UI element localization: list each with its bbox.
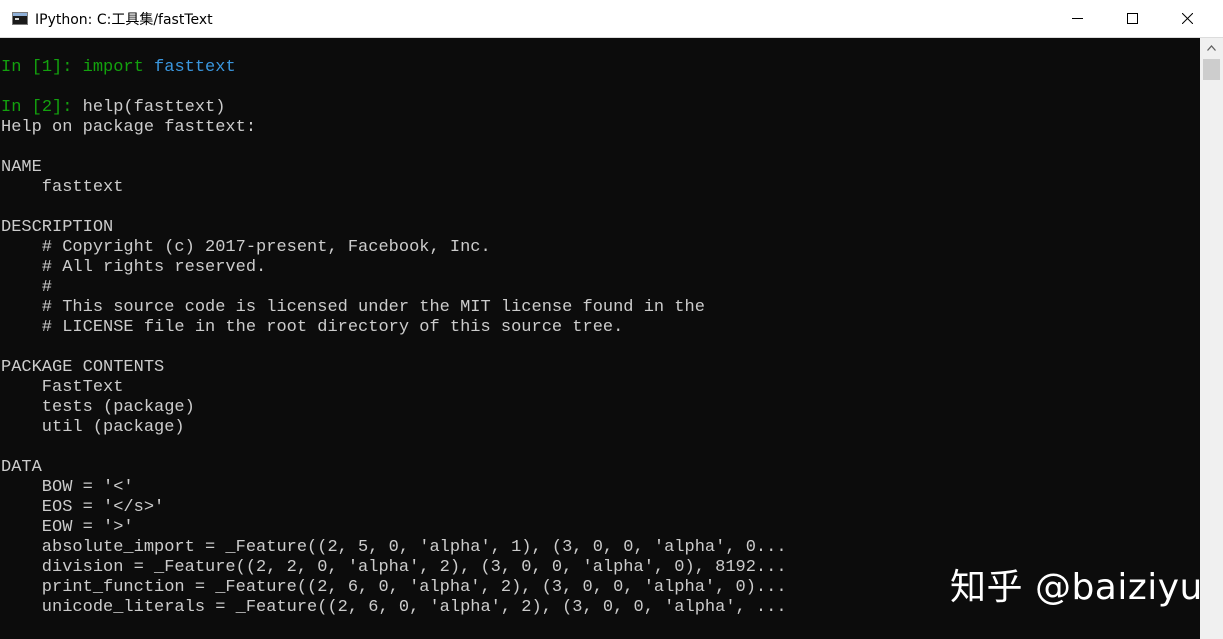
title-bar[interactable]: IPython: C:工具集/fastText bbox=[0, 0, 1223, 38]
console-text-segment: # This source code is licensed under the… bbox=[1, 298, 705, 317]
console-text-segment: import bbox=[82, 58, 155, 77]
console-line: NAME bbox=[1, 158, 42, 178]
maximize-icon bbox=[1127, 13, 1138, 24]
console-line: EOW = '>' bbox=[1, 518, 134, 538]
ipython-console-window: IPython: C:工具集/fastText In [1]: import f… bbox=[0, 0, 1223, 639]
minimize-button[interactable] bbox=[1054, 0, 1100, 37]
console-app-icon bbox=[12, 12, 28, 25]
console-line: tests (package) bbox=[1, 398, 195, 418]
console-text-segment: 1 bbox=[41, 58, 53, 77]
console-line: PACKAGE CONTENTS bbox=[1, 358, 164, 378]
console-text-segment: ]: bbox=[52, 98, 83, 117]
console-line: print_function = _Feature((2, 6, 0, 'alp… bbox=[1, 578, 787, 598]
minimize-icon bbox=[1072, 18, 1083, 19]
console-text-segment: division = _Feature((2, 2, 0, 'alpha', 2… bbox=[1, 558, 787, 577]
console-text-segment: ]: bbox=[52, 58, 83, 77]
scroll-up-arrow-icon bbox=[1207, 45, 1216, 51]
console-line: FastText bbox=[1, 378, 124, 398]
console-text-segment: FastText bbox=[1, 378, 124, 397]
console-line: # LICENSE file in the root directory of … bbox=[1, 318, 624, 338]
console-text-segment: In [ bbox=[1, 98, 42, 117]
console-line: DATA bbox=[1, 458, 42, 478]
zhihu-watermark: 知乎 @baiziyu bbox=[950, 567, 1203, 608]
console-line: util (package) bbox=[1, 418, 185, 438]
console-line: unicode_literals = _Feature((2, 6, 0, 'a… bbox=[1, 598, 787, 618]
window-title: IPython: C:工具集/fastText bbox=[35, 12, 213, 28]
console-text-segment: 2 bbox=[41, 98, 53, 117]
console-text-segment: # All rights reserved. bbox=[1, 258, 267, 277]
console-text-segment: # Copyright (c) 2017-present, Facebook, … bbox=[1, 238, 491, 257]
console-text-segment: EOS = '</s>' bbox=[1, 498, 165, 517]
console-line: # Copyright (c) 2017-present, Facebook, … bbox=[1, 238, 491, 258]
console-text-segment: NAME bbox=[1, 158, 42, 177]
scrollbar-thumb[interactable] bbox=[1203, 59, 1220, 80]
console-line: division = _Feature((2, 2, 0, 'alpha', 2… bbox=[1, 558, 787, 578]
console-output[interactable]: In [1]: import fasttext In [2]: help(fast… bbox=[0, 38, 1200, 639]
console-line: BOW = '<' bbox=[1, 478, 134, 498]
console-text-segment: unicode_literals = _Feature((2, 6, 0, 'a… bbox=[1, 598, 787, 617]
console-text-segment: Help on package fasttext: bbox=[1, 118, 257, 137]
vertical-scrollbar[interactable] bbox=[1200, 38, 1223, 639]
console-text-segment: help(fasttext) bbox=[82, 98, 226, 117]
console-line: DESCRIPTION bbox=[1, 218, 113, 238]
scroll-up-button[interactable] bbox=[1200, 38, 1223, 57]
console-text-segment: EOW = '>' bbox=[1, 518, 134, 537]
console-text-segment: print_function = _Feature((2, 6, 0, 'alp… bbox=[1, 578, 787, 597]
console-text-segment: fasttext bbox=[154, 58, 236, 77]
console-text-segment: fasttext bbox=[1, 178, 124, 197]
console-text-segment: In [ bbox=[1, 58, 42, 77]
console-text-segment: util (package) bbox=[1, 418, 185, 437]
console-line: fasttext bbox=[1, 178, 124, 198]
console-line: # All rights reserved. bbox=[1, 258, 266, 278]
console-line: Help on package fasttext: bbox=[1, 118, 256, 138]
close-button[interactable] bbox=[1164, 0, 1210, 37]
console-line: # bbox=[1, 278, 52, 298]
console-text-segment: tests (package) bbox=[1, 398, 195, 417]
console-text-segment: # bbox=[1, 278, 53, 297]
maximize-button[interactable] bbox=[1109, 0, 1155, 37]
console-text-segment: DESCRIPTION bbox=[1, 218, 114, 237]
console-text-segment: PACKAGE CONTENTS bbox=[1, 358, 165, 377]
console-text-segment: DATA bbox=[1, 458, 42, 477]
console-text-segment: BOW = '<' bbox=[1, 478, 134, 497]
console-line: absolute_import = _Feature((2, 5, 0, 'al… bbox=[1, 538, 787, 558]
console-line: EOS = '</s>' bbox=[1, 498, 164, 518]
console-text-segment: absolute_import = _Feature((2, 5, 0, 'al… bbox=[1, 538, 787, 557]
console-line: # This source code is licensed under the… bbox=[1, 298, 705, 318]
console-line: In [2]: help(fasttext) bbox=[1, 98, 225, 118]
console-line: In [1]: import fasttext bbox=[1, 58, 236, 78]
console-text-segment: # LICENSE file in the root directory of … bbox=[1, 318, 624, 337]
close-icon bbox=[1182, 13, 1193, 24]
